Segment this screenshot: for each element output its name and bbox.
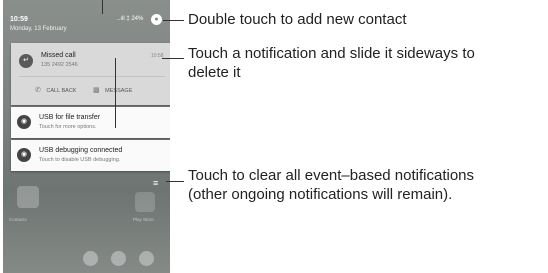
callout-add-contact: Double touch to add new contact <box>188 10 406 29</box>
leader-line-slide <box>162 58 184 59</box>
call-back-label: CALL BACK <box>46 88 77 94</box>
callout-slide-notification: Touch a notification and slide it sidewa… <box>188 44 475 82</box>
apps-folder-icon[interactable] <box>17 186 39 208</box>
home-label-play-store: Play Store <box>133 217 154 222</box>
clear-all-icon[interactable]: ≡ <box>153 178 158 188</box>
dock-app-icon[interactable] <box>139 251 154 266</box>
missed-call-number: 135 2492 2546 <box>41 62 78 68</box>
usb-debugging-notification[interactable]: ◉ USB debugging connected Touch to disab… <box>11 140 170 171</box>
missed-call-title: Missed call <box>41 52 76 59</box>
leader-line-slide-stem <box>115 58 116 128</box>
message-button[interactable]: ▩ MESSAGE <box>93 86 132 94</box>
home-label-contacts: Contacts <box>9 217 27 222</box>
leader-line-contact-stem <box>102 0 103 14</box>
phone-icon: ✆ <box>35 87 41 94</box>
usb-transfer-title: USB for file transfer <box>39 114 101 121</box>
callout-text: Double touch to add new contact <box>188 11 407 28</box>
call-back-button[interactable]: ✆ CALL BACK <box>35 86 76 94</box>
status-time: 10:59 <box>10 16 28 23</box>
usb-icon: ◉ <box>17 115 31 129</box>
leader-line-clear <box>166 181 184 182</box>
callout-clear-all: Touch to clear all event–based notificat… <box>188 166 474 204</box>
message-label: MESSAGE <box>105 88 133 94</box>
callout-text: (other ongoing notifications will remain… <box>188 186 453 203</box>
callout-text: Touch to clear all event–based notificat… <box>188 167 475 184</box>
missed-call-notification[interactable]: ↵ Missed call 135 2492 2546 10:58 ✆ CALL… <box>11 43 170 105</box>
callout-text: Touch a notification and slide it sidewa… <box>188 45 475 62</box>
notification-divider <box>19 76 165 77</box>
leader-line-contact <box>163 20 184 21</box>
callout-text: delete it <box>188 64 241 81</box>
phone-screen: 10:59 Monday, 13 February ..ıll ‡ 24% ● … <box>3 0 170 273</box>
avatar-icon[interactable]: ● <box>151 14 162 25</box>
status-bar: 10:59 Monday, 13 February ..ıll ‡ 24% ● <box>3 0 170 38</box>
bug-icon: ◉ <box>17 148 31 162</box>
status-date: Monday, 13 February <box>10 26 67 32</box>
missed-call-icon: ↵ <box>19 54 33 68</box>
usb-debugging-subtitle: Touch to disable USB debugging. <box>39 157 121 163</box>
usb-transfer-notification[interactable]: ◉ USB for file transfer Touch for more o… <box>11 107 170 138</box>
usb-debugging-title: USB debugging connected <box>39 147 123 154</box>
play-store-icon[interactable] <box>135 192 155 212</box>
dock-app-icon[interactable] <box>83 251 98 266</box>
message-icon: ▩ <box>93 87 100 94</box>
dock-app-icon[interactable] <box>111 251 126 266</box>
usb-transfer-subtitle: Touch for more options. <box>39 124 97 130</box>
status-indicators: ..ıll ‡ 24% <box>117 16 144 22</box>
